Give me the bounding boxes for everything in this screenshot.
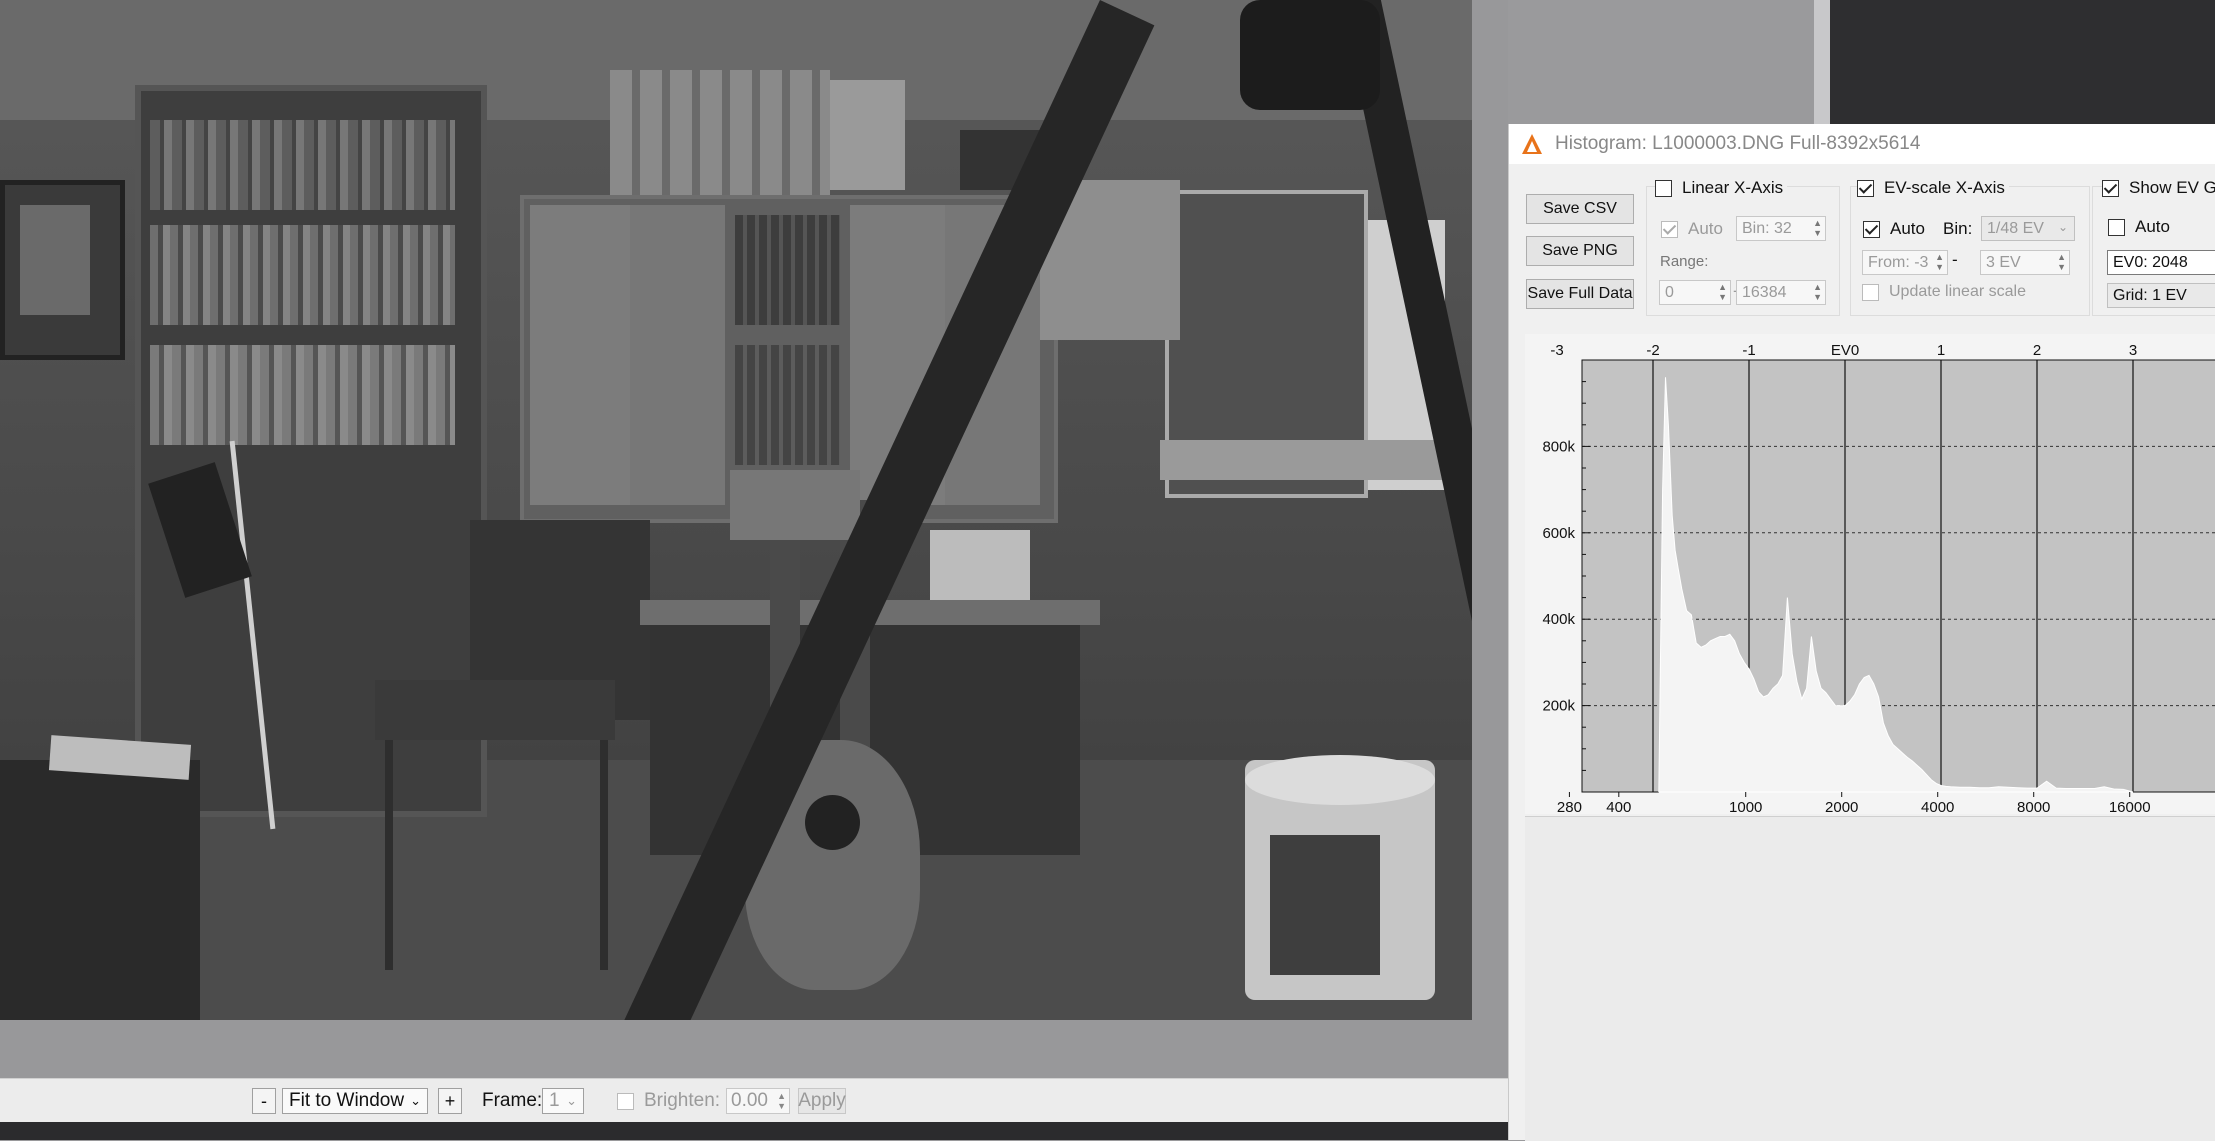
save-full-data-button[interactable]: Save Full Data [1526, 279, 1634, 309]
background-window [1830, 0, 2215, 125]
x-tick-label: 16000 [2109, 799, 2151, 814]
save-png-button[interactable]: Save PNG [1526, 236, 1634, 266]
y-tick-label: 200k [1542, 698, 1575, 715]
top-tick-label: -3 [1550, 342, 1563, 359]
linear-auto-checkbox[interactable]: Auto [1661, 219, 1723, 239]
grid-auto-label: Auto [2135, 217, 2170, 236]
update-linear-scale-checkbox[interactable]: Update linear scale [1862, 283, 2026, 301]
range-label: Range: [1660, 253, 1709, 270]
y-tick-label: 400k [1542, 611, 1575, 628]
chevron-down-icon: ⌄ [2057, 220, 2068, 234]
ev-bin-value: 1/48 EV [1987, 219, 2044, 237]
linear-auto-label: Auto [1688, 219, 1723, 238]
linear-bin-input[interactable]: Bin: 32 ▲ ▼ [1736, 216, 1826, 241]
bottom-toolbar: - Fit to Window ⌄ + Frame: 1 ⌄ Brighten:… [0, 1078, 1508, 1123]
window-divider [1814, 0, 1830, 125]
x-tick-label: 1000 [1729, 799, 1762, 814]
chevron-down-icon: ⌄ [566, 1093, 577, 1108]
range-to-input[interactable]: 16384 ▲ ▼ [1736, 280, 1826, 305]
top-tick-label: -1 [1742, 342, 1755, 359]
zoom-in-button[interactable]: + [438, 1088, 462, 1114]
taskbar-strip [0, 1122, 1508, 1140]
title-bar: Histogram: L1000003.DNG Full-8392x5614 [1509, 124, 2215, 165]
x-tick-label: 280 [1557, 799, 1582, 814]
zoom-out-button[interactable]: - [252, 1088, 276, 1114]
zoom-select[interactable]: Fit to Window ⌄ [282, 1088, 428, 1114]
window-title: Histogram: L1000003.DNG Full-8392x5614 [1555, 133, 1921, 154]
update-linear-scale-label: Update linear scale [1889, 283, 2026, 300]
brighten-value: 0.00 [731, 1090, 768, 1111]
spin-arrows-icon: ▲ ▼ [2057, 252, 2066, 272]
linear-x-axis-checkbox[interactable]: Linear X-Axis [1655, 178, 1788, 198]
grid-select-value: Grid: 1 EV [2113, 286, 2187, 304]
spin-arrows-icon: ▲ ▼ [1935, 252, 1944, 272]
frame-select[interactable]: 1 ⌄ [542, 1088, 584, 1114]
checkbox-box [616, 1092, 634, 1110]
range-from-input[interactable]: 0 ▲ ▼ [1659, 280, 1731, 305]
ev-auto-label: Auto [1890, 219, 1925, 238]
range-from-value: 0 [1665, 283, 1674, 301]
spin-arrows-icon: ▲ ▼ [777, 1091, 786, 1111]
frame-label: Frame: [482, 1090, 543, 1111]
top-tick-label: 3 [2129, 342, 2137, 359]
brighten-checkbox[interactable] [614, 1088, 636, 1114]
show-ev-grid-label: Show EV Gr [2129, 178, 2215, 197]
spin-arrows-icon: ▲ ▼ [1718, 282, 1727, 302]
photo[interactable] [0, 0, 1472, 1020]
ev0-input[interactable]: EV0: 2048 [2107, 250, 2215, 275]
top-tick-label: 2 [2033, 342, 2041, 359]
top-tick-label: EV0 [1831, 342, 1859, 359]
top-tick-label: 1 [1937, 342, 1945, 359]
histogram-window: Histogram: L1000003.DNG Full-8392x5614 S… [1508, 124, 2215, 1141]
ev-scale-label: EV-scale X-Axis [1884, 178, 2005, 197]
show-ev-grid-checkbox[interactable]: Show EV Gr [2102, 178, 2215, 198]
y-tick-label: 800k [1542, 438, 1575, 455]
histogram-plot[interactable]: 200k 400k 600k 800k -3 -2 -1 EV0 1 2 3 280 400 1000 20… [1525, 334, 2215, 821]
checkbox-box [1862, 283, 1879, 301]
grid-select[interactable]: Grid: 1 EV [2107, 283, 2215, 308]
x-tick-label: 2000 [1825, 799, 1858, 814]
linear-bin-value: Bin: 32 [1742, 219, 1792, 237]
ev-bin-label: Bin: [1943, 219, 1973, 238]
brighten-label: Brighten: [644, 1090, 721, 1111]
x-tick-label: 400 [1606, 799, 1631, 814]
grid-auto-checkbox[interactable]: Auto [2108, 217, 2170, 237]
checkbox-box [1857, 179, 1874, 197]
y-tick-label: 600k [1542, 525, 1575, 542]
ev-to-value: 3 EV [1986, 253, 2021, 271]
checkbox-box [2102, 179, 2119, 197]
spin-arrows-icon: ▲ ▼ [1813, 282, 1822, 302]
ev-from-input[interactable]: From: -3 ▲ ▼ [1862, 250, 1948, 275]
checkbox-box [1655, 179, 1672, 197]
ev0-value: EV0: 2048 [2113, 253, 2188, 271]
spin-arrows-icon: ▲ ▼ [1813, 218, 1822, 238]
apply-button[interactable]: Apply [798, 1088, 846, 1114]
linear-x-axis-label: Linear X-Axis [1682, 178, 1784, 197]
ev-from-value: From: -3 [1868, 253, 1929, 271]
x-tick-label: 8000 [2017, 799, 2050, 814]
ev-bin-select[interactable]: 1/48 EV ⌄ [1981, 216, 2075, 241]
x-tick-label: 4000 [1921, 799, 1954, 814]
ev-scale-checkbox[interactable]: EV-scale X-Axis [1857, 178, 2009, 198]
top-tick-label: -2 [1646, 342, 1659, 359]
chevron-down-icon: ⌄ [410, 1093, 421, 1108]
range-to-value: 16384 [1742, 283, 1787, 301]
ev-auto-checkbox[interactable]: Auto [1863, 219, 1925, 239]
brighten-input[interactable]: 0.00 ▲ ▼ [726, 1088, 790, 1114]
checkbox-box [2108, 218, 2125, 236]
app-icon [1522, 134, 1542, 154]
checkbox-box [1863, 220, 1880, 238]
image-viewer-area [0, 0, 1508, 1078]
lower-pane [1525, 816, 2215, 1141]
checkbox-box [1661, 220, 1678, 238]
ev-range-separator: - [1952, 250, 1958, 269]
frame-select-value: 1 [549, 1090, 560, 1111]
histogram-svg: 200k 400k 600k 800k -3 -2 -1 EV0 1 2 3 280 400 1000 20… [1525, 334, 2215, 821]
zoom-select-value: Fit to Window [289, 1090, 405, 1111]
save-csv-button[interactable]: Save CSV [1526, 194, 1634, 224]
ev-to-input[interactable]: 3 EV ▲ ▼ [1980, 250, 2070, 275]
